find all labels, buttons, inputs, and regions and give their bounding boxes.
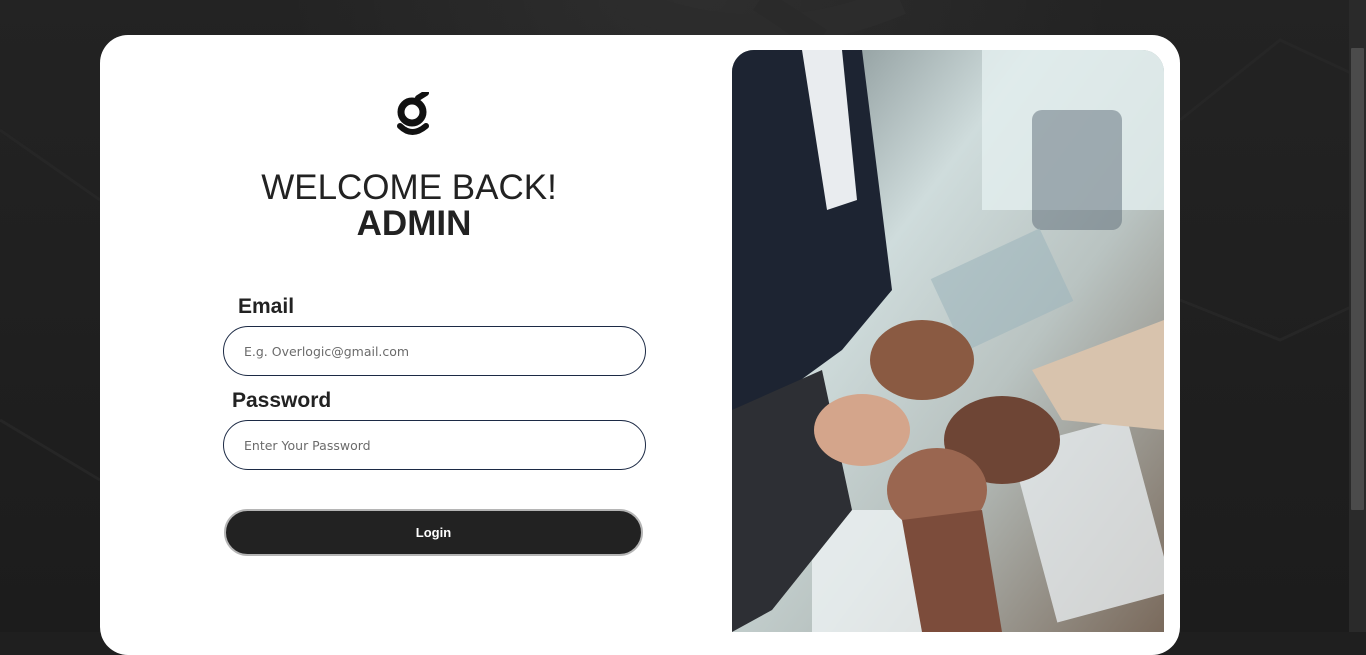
password-label: Password xyxy=(232,389,332,412)
role-heading: ADMIN xyxy=(356,204,472,243)
email-field[interactable] xyxy=(223,326,646,376)
welcome-heading: WELCOME BACK! xyxy=(261,168,557,207)
page-scrollbar[interactable] xyxy=(1349,0,1366,632)
login-button[interactable]: Login xyxy=(224,509,643,556)
email-label: Email xyxy=(238,295,295,318)
password-field[interactable] xyxy=(223,420,646,470)
brand-logo-icon xyxy=(397,92,429,135)
hero-image xyxy=(732,50,1164,632)
scrollbar-thumb[interactable] xyxy=(1351,48,1364,510)
team-hands-photo xyxy=(732,50,1164,632)
